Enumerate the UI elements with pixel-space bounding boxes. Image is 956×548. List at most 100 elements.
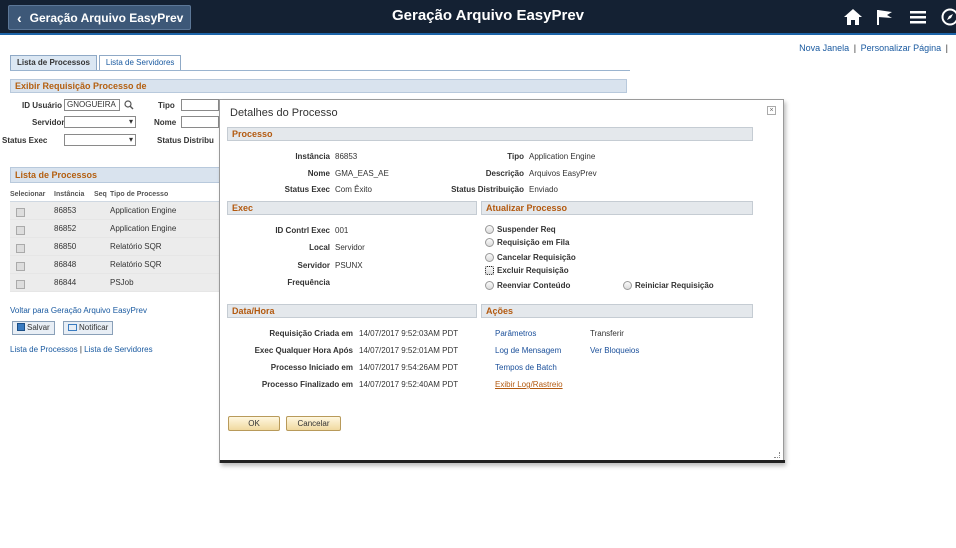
menu-icon[interactable] [908,8,928,26]
link-separator: | [945,43,948,53]
cancelar-radio[interactable]: Cancelar Requisição [485,253,576,262]
radio-icon [485,238,494,247]
row-checkbox[interactable] [16,262,25,272]
row-instancia: 86852 [54,224,77,233]
chevron-down-icon: ▾ [128,135,133,144]
top-links: Nova Janela | Personalizar Página | [799,43,950,53]
back-button-label: Geração Arquivo EasyPrev [29,10,184,25]
voltar-link[interactable]: Voltar para Geração Arquivo EasyPrev [10,306,147,315]
status-distribuicao-label: Status Distribu [157,136,214,145]
process-details-modal: Detalhes do Processo × Processo Instânci… [219,99,785,463]
row-checkbox[interactable] [16,280,25,290]
tempos-batch-link[interactable]: Tempos de Batch [495,363,557,372]
resize-handle-icon[interactable] [774,452,780,458]
reenviar-label: Reenviar Conteúdo [497,281,571,290]
suspender-radio[interactable]: Suspender Req [485,225,556,234]
tab-lista-servidores[interactable]: Lista de Servidores [98,55,182,70]
row-instancia: 86844 [54,278,77,287]
save-icon [17,323,25,331]
nova-janela-link[interactable]: Nova Janela [799,43,849,53]
row-instancia: 86848 [54,260,77,269]
id-usuario-label: ID Usuário [22,101,63,110]
reenviar-radio[interactable]: Reenviar Conteúdo [485,281,570,290]
notify-icon [68,324,77,331]
excluir-radio[interactable]: Excluir Requisição [485,266,569,275]
row-tipo: Application Engine [110,206,177,215]
exibir-log-link[interactable]: Exibir Log/Rastreio [495,380,563,389]
flag-icon[interactable] [875,8,895,26]
local-label: Local [309,243,330,252]
lista-processos-link[interactable]: Lista de Processos [10,345,78,354]
salvar-label: Salvar [27,323,50,332]
salvar-button[interactable]: Salvar [12,321,55,335]
suspender-label: Suspender Req [497,225,556,234]
close-icon[interactable]: × [767,106,776,115]
exec-section-header: Exec [227,201,477,215]
radio-icon [485,225,494,234]
descricao-value: Arquivos EasyPrev [529,169,597,178]
processo-section-header: Processo [227,127,753,141]
acoes-section-header: Ações [481,304,753,318]
lista-processos-header: Lista de Processos [10,167,220,183]
radio-icon [485,281,494,290]
back-button[interactable]: ‹ Geração Arquivo EasyPrev [8,5,191,30]
radio-icon [623,281,632,290]
link-separator: | [79,345,82,354]
table-row[interactable]: 86848 Relatório SQR [10,256,220,274]
grid-header: Selecionar Instância Seq Tipo de Process… [10,188,220,202]
status-exec-label: Status Exec [2,136,48,145]
table-row[interactable]: 86850 Relatório SQR [10,238,220,256]
modal-title: Detalhes do Processo [230,107,338,119]
ok-button[interactable]: OK [228,416,280,431]
id-usuario-input[interactable]: GNOGUEIRA [64,99,120,111]
servidor-value: PSUNX [335,261,363,270]
col-instancia: Instância [54,191,85,198]
nome-input[interactable] [181,116,219,128]
notificar-button[interactable]: Notificar [63,321,114,335]
log-mensagem-link[interactable]: Log de Mensagem [495,346,561,355]
link-separator: | [853,43,857,53]
instancia-value: 86853 [335,152,358,161]
servidor-select[interactable]: ▾ [64,116,136,128]
col-seq: Seq [94,191,107,198]
reiniciar-label: Reiniciar Requisição [635,281,714,290]
datahora-section-header: Data/Hora [227,304,477,318]
ver-bloqueios-link[interactable]: Ver Bloqueios [590,346,639,355]
iniciado-value: 14/07/2017 9:54:26AM PDT [359,363,459,372]
radio-icon [485,266,494,275]
requisicao-fila-radio[interactable]: Requisição em Fila [485,238,569,247]
radio-icon [485,253,494,262]
col-selecionar: Selecionar [10,191,46,198]
table-row[interactable]: 86853 Application Engine [10,202,220,220]
row-checkbox[interactable] [16,208,25,218]
tipo-select[interactable] [181,99,219,111]
row-tipo: PSJob [110,278,134,287]
status-exec-label: Status Exec [284,185,330,194]
parametros-link[interactable]: Parâmetros [495,329,536,338]
modal-bottom-border [220,460,785,463]
row-tipo: Relatório SQR [110,260,162,269]
nome-value: GMA_EAS_AE [335,169,389,178]
row-instancia: 86850 [54,242,77,251]
compass-icon[interactable] [940,8,956,26]
tab-lista-processos[interactable]: Lista de Processos [10,55,97,70]
row-checkbox[interactable] [16,244,25,254]
row-checkbox[interactable] [16,226,25,236]
cancelar-button[interactable]: Cancelar [286,416,341,431]
status-distribuicao-label: Status Distribuição [451,185,524,194]
home-icon[interactable] [843,8,863,26]
lista-servidores-link[interactable]: Lista de Servidores [84,345,152,354]
search-icon[interactable] [124,100,134,110]
row-instancia: 86853 [54,206,77,215]
transferir-text: Transferir [590,329,624,338]
nome-label: Nome [307,169,330,178]
personalizar-pagina-link[interactable]: Personalizar Página [861,43,942,53]
table-row[interactable]: 86844 PSJob [10,274,220,292]
chevron-left-icon: ‹ [17,9,22,26]
status-exec-select[interactable]: ▾ [64,134,136,146]
reiniciar-radio[interactable]: Reiniciar Requisição [623,281,714,290]
col-tipo-processo: Tipo de Processo [110,191,169,198]
criada-label: Requisição Criada em [269,329,353,338]
servidor-label: Servidor [32,118,65,127]
table-row[interactable]: 86852 Application Engine [10,220,220,238]
